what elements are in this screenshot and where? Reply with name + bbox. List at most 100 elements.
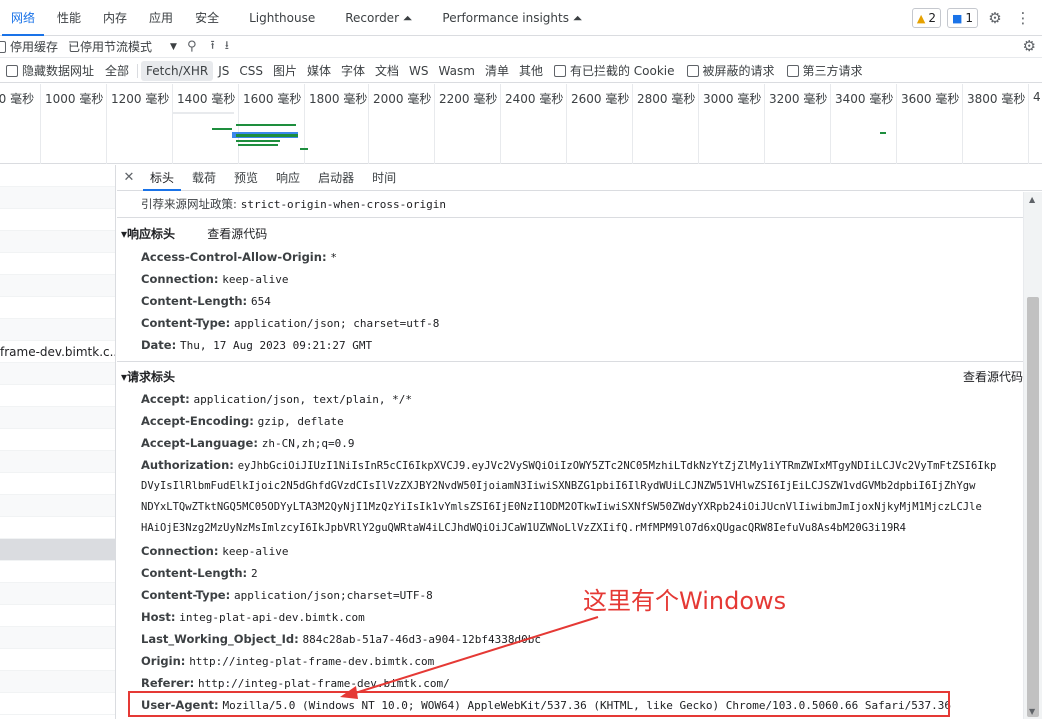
view-source-link[interactable]: 查看源代码 xyxy=(963,368,1023,385)
table-row[interactable] xyxy=(0,231,115,253)
headers-content: 引荐来源网址政策: strict-origin-when-cross-origi… xyxy=(117,192,1023,719)
table-row[interactable] xyxy=(0,319,115,341)
messages-badge[interactable]: ■ 1 xyxy=(946,8,978,28)
throttling-label: 已停用节流模式 xyxy=(68,40,153,54)
tab-headers[interactable]: 标头 xyxy=(141,165,183,191)
table-row[interactable] xyxy=(0,473,115,495)
filter-doc[interactable]: 文档 xyxy=(370,61,404,81)
filter-js[interactable]: JS xyxy=(213,61,234,81)
table-row[interactable] xyxy=(0,385,115,407)
header-value-continued: NDYxLTQwZTktNGQ5MC05ODYyLTA3M2QyNjI1MzQz… xyxy=(141,501,982,513)
checkbox-icon[interactable] xyxy=(786,64,799,77)
network-settings-gear-icon[interactable]: ⚙ xyxy=(1023,37,1036,55)
tab-performance-insights[interactable]: Performance insights ⏶ xyxy=(431,0,593,36)
filter-wasm[interactable]: Wasm xyxy=(434,61,480,81)
table-row-selected[interactable] xyxy=(0,539,115,561)
table-row[interactable] xyxy=(0,165,115,187)
table-row[interactable] xyxy=(0,671,115,693)
table-row[interactable] xyxy=(0,187,115,209)
tab-lighthouse[interactable]: Lighthouse xyxy=(238,0,326,36)
timeline-bar xyxy=(236,124,296,126)
tab-payload[interactable]: 载荷 xyxy=(183,165,225,191)
network-conditions-icon[interactable]: ⚲ xyxy=(187,39,197,54)
header-key: Connection: xyxy=(141,544,219,558)
export-har-icon[interactable]: ⭳ xyxy=(225,36,229,57)
checkbox-icon[interactable] xyxy=(6,64,18,77)
disable-cache-checkbox[interactable]: 停用缓存 xyxy=(0,38,58,55)
request-headers-section[interactable]: ▾请求标头 xyxy=(121,368,175,385)
warning-icon: ▲ xyxy=(916,11,926,25)
table-row[interactable] xyxy=(0,407,115,429)
timeline-overview[interactable]: 00 毫秒 1000 毫秒 1200 毫秒 1400 毫秒 1600 毫秒 18… xyxy=(0,84,1042,164)
table-row[interactable] xyxy=(0,429,115,451)
throttling-select[interactable]: 已停用节流模式 ▼ xyxy=(68,38,177,55)
filter-fetch-xhr[interactable]: Fetch/XHR xyxy=(141,60,214,81)
table-row[interactable] xyxy=(0,495,115,517)
tab-preview[interactable]: 预览 xyxy=(225,165,267,191)
tab-response[interactable]: 响应 xyxy=(267,165,309,191)
header-value: application/json; charset=utf-8 xyxy=(234,317,440,330)
table-row[interactable] xyxy=(0,297,115,319)
table-row[interactable]: frame-dev.bimtk.c... xyxy=(0,341,115,363)
header-line: Content-Length: 2 xyxy=(141,566,258,580)
detail-scrollbar[interactable]: ▲ ▼ xyxy=(1023,192,1042,719)
tab-timing[interactable]: 时间 xyxy=(363,165,405,191)
more-options-icon[interactable]: ⋮ xyxy=(1012,7,1034,29)
hide-data-urls-checkbox[interactable]: 隐藏数据网址 xyxy=(6,62,94,79)
warnings-badge[interactable]: ▲ 2 xyxy=(911,8,941,28)
header-key: Last_Working_Object_Id: xyxy=(141,632,299,646)
tab-memory[interactable]: 内存 xyxy=(92,0,138,36)
timeline-tick: 3400 毫秒 xyxy=(830,84,893,164)
tab-performance[interactable]: 性能 xyxy=(46,0,92,36)
tab-security[interactable]: 安全 xyxy=(184,0,230,36)
table-row[interactable] xyxy=(0,627,115,649)
header-line: Last_Working_Object_Id: 884c28ab-51a7-46… xyxy=(141,632,541,646)
table-row[interactable] xyxy=(0,693,115,715)
checkbox-icon[interactable] xyxy=(686,64,699,77)
settings-gear-icon[interactable]: ⚙ xyxy=(984,7,1006,29)
close-icon[interactable]: ✕ xyxy=(117,170,141,185)
import-har-icon[interactable]: ⭱ xyxy=(210,36,214,57)
header-key: Referer: xyxy=(141,676,195,690)
header-line: Connection: keep-alive xyxy=(141,544,289,558)
request-list[interactable]: frame-dev.bimtk.c... xyxy=(0,165,116,719)
table-row[interactable] xyxy=(0,363,115,385)
tab-network[interactable]: 网络 xyxy=(0,0,46,36)
timeline-tick: 1400 毫秒 xyxy=(172,84,235,164)
filter-img[interactable]: 图片 xyxy=(268,61,302,81)
header-key: Content-Type: xyxy=(141,588,231,602)
tab-initiator[interactable]: 启动器 xyxy=(309,165,363,191)
scrollbar-thumb[interactable] xyxy=(1027,297,1039,717)
view-source-link[interactable]: 查看源代码 xyxy=(207,227,267,241)
blocked-cookies-checkbox[interactable]: 有已拦截的 Cookie xyxy=(553,62,675,79)
header-value: application/json, text/plain, */* xyxy=(193,393,413,406)
scroll-down-icon[interactable]: ▼ xyxy=(1029,707,1035,716)
filter-css[interactable]: CSS xyxy=(234,61,268,81)
scroll-up-icon[interactable]: ▲ xyxy=(1029,195,1035,204)
warning-count: 2 xyxy=(928,11,936,25)
tab-application[interactable]: 应用 xyxy=(138,0,184,36)
filter-ws[interactable]: WS xyxy=(404,61,433,81)
third-party-checkbox[interactable]: 第三方请求 xyxy=(786,62,863,79)
response-headers-section[interactable]: ▾响应标头 查看源代码 xyxy=(121,225,267,242)
table-row[interactable] xyxy=(0,561,115,583)
table-row[interactable] xyxy=(0,649,115,671)
filter-font[interactable]: 字体 xyxy=(336,61,370,81)
tab-recorder[interactable]: Recorder ⏶ xyxy=(334,0,423,36)
table-row[interactable] xyxy=(0,209,115,231)
blocked-requests-checkbox[interactable]: 被屏蔽的请求 xyxy=(686,62,775,79)
table-row[interactable] xyxy=(0,517,115,539)
table-row[interactable] xyxy=(0,583,115,605)
filter-all[interactable]: 全部 xyxy=(100,61,134,81)
table-row[interactable] xyxy=(0,451,115,473)
filter-manifest[interactable]: 清单 xyxy=(480,61,514,81)
header-value: 2 xyxy=(250,567,258,580)
filter-media[interactable]: 媒体 xyxy=(302,61,336,81)
hide-data-urls-label: 隐藏数据网址 xyxy=(22,64,95,78)
checkbox-icon[interactable] xyxy=(553,64,566,77)
table-row[interactable] xyxy=(0,605,115,627)
table-row[interactable] xyxy=(0,253,115,275)
checkbox-icon[interactable] xyxy=(0,40,6,53)
table-row[interactable] xyxy=(0,275,115,297)
filter-other[interactable]: 其他 xyxy=(514,61,548,81)
